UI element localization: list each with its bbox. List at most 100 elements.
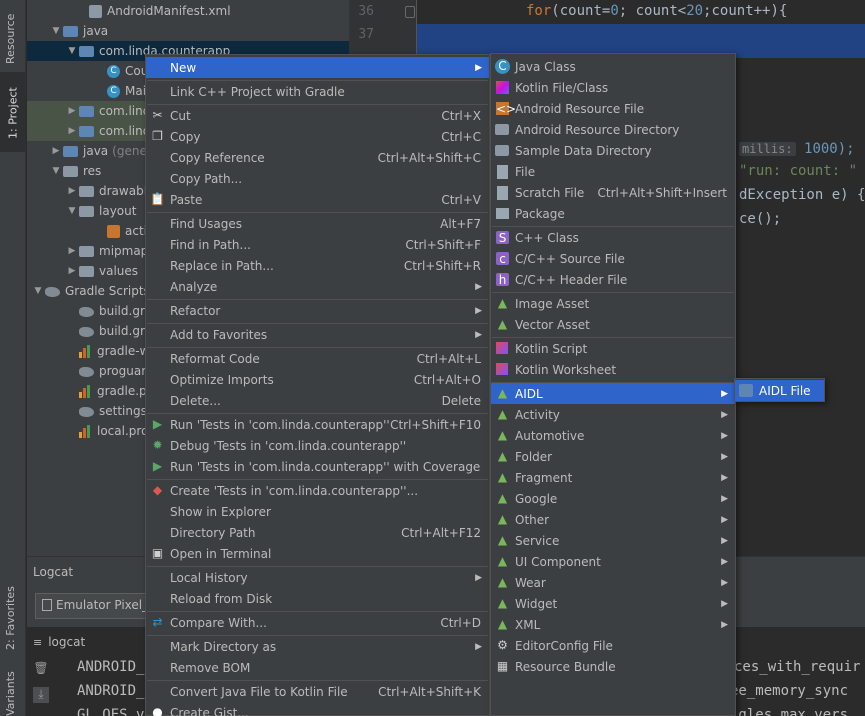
- menu-item-find-in-path[interactable]: Find in Path... Ctrl+Shift+F: [146, 234, 489, 255]
- android-icon: ▲: [497, 470, 508, 484]
- menu-item-analyze[interactable]: Analyze ▶: [146, 276, 489, 297]
- menu-item-compare-with[interactable]: ⇄ Compare With... Ctrl+D: [146, 612, 489, 633]
- menu-item-wear[interactable]: ▲ Wear ▶: [491, 572, 735, 593]
- menu-item-label: Fragment: [515, 470, 573, 485]
- chevron-right-icon[interactable]: ▶: [65, 246, 79, 256]
- fold-icon[interactable]: [405, 6, 415, 18]
- menu-item-label: AIDL: [515, 386, 543, 401]
- menu-item-show-in-explorer[interactable]: Show in Explorer: [146, 501, 489, 522]
- menu-item-c-class[interactable]: S C++ Class: [491, 227, 735, 248]
- trash-icon[interactable]: 🗑: [33, 661, 49, 677]
- menu-item-reload-from-disk[interactable]: Reload from Disk: [146, 588, 489, 609]
- folder-icon: [79, 186, 94, 197]
- cpp-header-icon: h: [496, 273, 509, 287]
- logcat-tab[interactable]: ≡ logcat: [33, 635, 85, 649]
- menu-item-folder[interactable]: ▲ Folder ▶: [491, 446, 735, 467]
- menu-item-delete[interactable]: Delete... Delete: [146, 390, 489, 411]
- chevron-right-icon[interactable]: ▶: [49, 146, 63, 156]
- menu-item-vector-asset[interactable]: ▲ Vector Asset: [491, 314, 735, 335]
- menu-item-service[interactable]: ▲ Service ▶: [491, 530, 735, 551]
- menu-item-ui-component[interactable]: ▲ UI Component ▶: [491, 551, 735, 572]
- menu-item-add-to-favorites[interactable]: Add to Favorites ▶: [146, 324, 489, 345]
- chevron-right-icon[interactable]: ▶: [65, 266, 79, 276]
- menu-item-editorconfig-file[interactable]: ⚙ EditorConfig File: [491, 635, 735, 656]
- menu-item-copy[interactable]: ❐ Copy Ctrl+C: [146, 126, 489, 147]
- menu-item-xml[interactable]: ▲ XML ▶: [491, 614, 735, 635]
- menu-item-activity[interactable]: ▲ Activity ▶: [491, 404, 735, 425]
- menu-item-sample-data-directory[interactable]: Sample Data Directory: [491, 140, 735, 161]
- menu-item-copy-reference[interactable]: Copy Reference Ctrl+Alt+Shift+C: [146, 147, 489, 168]
- menu-item-open-in-terminal[interactable]: ▣ Open in Terminal: [146, 543, 489, 564]
- line-number: 36: [358, 4, 374, 19]
- menu-item-java-class[interactable]: C Java Class: [491, 56, 735, 77]
- chevron-down-icon[interactable]: ▼: [65, 46, 79, 56]
- menu-item-image-asset[interactable]: ▲ Image Asset: [491, 293, 735, 314]
- menu-item-paste[interactable]: 📋 Paste Ctrl+V: [146, 189, 489, 210]
- chevron-down-icon[interactable]: ▼: [49, 166, 63, 176]
- code-trace-line: ce();: [739, 211, 782, 227]
- menu-item-automotive[interactable]: ▲ Automotive ▶: [491, 425, 735, 446]
- menu-item-file[interactable]: File: [491, 161, 735, 182]
- menu-item-mark-directory-as[interactable]: Mark Directory as ▶: [146, 636, 489, 657]
- build-variants-tab[interactable]: Variants: [4, 666, 17, 716]
- menu-item-debug-tests-in-com-linda-counterapp[interactable]: ✹ Debug 'Tests in 'com.linda.counterapp'': [146, 435, 489, 456]
- menu-item-remove-bom[interactable]: Remove BOM: [146, 657, 489, 678]
- menu-item-reformat-code[interactable]: Reformat Code Ctrl+Alt+L: [146, 348, 489, 369]
- chevron-down-icon[interactable]: ▼: [49, 26, 63, 36]
- resource-manager-tab[interactable]: Resource: [4, 4, 17, 64]
- menu-item-label: Show in Explorer: [170, 504, 271, 519]
- menu-item-scratch-file[interactable]: Scratch File Ctrl+Alt+Shift+Insert: [491, 182, 735, 203]
- menu-item-shortcut: Ctrl+Alt+L: [416, 351, 481, 366]
- menu-item-refactor[interactable]: Refactor ▶: [146, 300, 489, 321]
- menu-item-resource-bundle[interactable]: ▦ Resource Bundle: [491, 656, 735, 677]
- chevron-right-icon[interactable]: ▶: [65, 186, 79, 196]
- menu-item-local-history[interactable]: Local History ▶: [146, 567, 489, 588]
- menu-item-aidl[interactable]: ▲ AIDL ▶: [491, 383, 735, 404]
- menu-item-aidl-file[interactable]: AIDL File: [735, 380, 824, 401]
- menu-item-find-usages[interactable]: Find Usages Alt+F7: [146, 213, 489, 234]
- menu-item-run-tests-in-com-linda-counterapp-with-coverage[interactable]: ▶ Run 'Tests in 'com.linda.counterapp'' w…: [146, 456, 489, 477]
- cpp-source-icon: c: [496, 252, 509, 266]
- folder-icon: [79, 266, 94, 277]
- favorites-tab[interactable]: 2: Favorites: [4, 560, 17, 650]
- terminal-icon: ▣: [151, 546, 164, 560]
- project-tree-item[interactable]: AndroidManifest.xml: [27, 1, 349, 21]
- project-tree-item[interactable]: ▼ java: [27, 21, 349, 41]
- menu-item-kotlin-script[interactable]: Kotlin Script: [491, 338, 735, 359]
- menu-item-fragment[interactable]: ▲ Fragment ▶: [491, 467, 735, 488]
- menu-item-google[interactable]: ▲ Google ▶: [491, 488, 735, 509]
- submenu-arrow-icon: ▶: [475, 62, 482, 73]
- menu-item-link-c-project-with-gradle[interactable]: Link C++ Project with Gradle: [146, 81, 489, 102]
- menu-item-replace-in-path[interactable]: Replace in Path... Ctrl+Shift+R: [146, 255, 489, 276]
- menu-item-android-resource-directory[interactable]: Android Resource Directory: [491, 119, 735, 140]
- device-selector[interactable]: Emulator Pixel_3: [35, 593, 155, 619]
- chevron-right-icon[interactable]: ▶: [65, 126, 79, 136]
- chevron-right-icon[interactable]: ▶: [65, 106, 79, 116]
- menu-item-label: C/C++ Source File: [515, 251, 625, 266]
- menu-item-label: Package: [515, 206, 565, 221]
- properties-icon: [79, 384, 92, 398]
- scroll-to-end-icon[interactable]: ⤓: [33, 687, 49, 703]
- menu-item-optimize-imports[interactable]: Optimize Imports Ctrl+Alt+O: [146, 369, 489, 390]
- project-tab[interactable]: 1: Project: [0, 72, 26, 152]
- chevron-down-icon[interactable]: ▼: [31, 286, 45, 296]
- menu-item-run-tests-in-com-linda-counterapp[interactable]: ▶ Run 'Tests in 'com.linda.counterapp'' Ct…: [146, 414, 489, 435]
- menu-item-create-gist[interactable]: ● Create Gist...: [146, 702, 489, 716]
- menu-item-android-resource-file[interactable]: <> Android Resource File: [491, 98, 735, 119]
- chevron-down-icon[interactable]: ▼: [65, 206, 79, 216]
- menu-item-cut[interactable]: ✂ Cut Ctrl+X: [146, 105, 489, 126]
- menu-item-other[interactable]: ▲ Other ▶: [491, 509, 735, 530]
- menu-item-kotlin-file-class[interactable]: Kotlin File/Class: [491, 77, 735, 98]
- android-icon: ▲: [497, 533, 508, 547]
- menu-item-convert-java-file-to-kotlin-file[interactable]: Convert Java File to Kotlin File Ctrl+Alt…: [146, 681, 489, 702]
- menu-item-kotlin-worksheet[interactable]: Kotlin Worksheet: [491, 359, 735, 380]
- menu-item-package[interactable]: Package: [491, 203, 735, 224]
- menu-item-c-c-header-file[interactable]: h C/C++ Header File: [491, 269, 735, 290]
- menu-item-c-c-source-file[interactable]: c C/C++ Source File: [491, 248, 735, 269]
- menu-item-copy-path[interactable]: Copy Path...: [146, 168, 489, 189]
- menu-item-widget[interactable]: ▲ Widget ▶: [491, 593, 735, 614]
- menu-item-create-tests-in-com-linda-counterapp[interactable]: ◆ Create 'Tests in 'com.linda.counterapp'…: [146, 480, 489, 501]
- menu-item-label: Android Resource File: [515, 101, 645, 116]
- menu-item-new[interactable]: New ▶: [146, 57, 489, 78]
- menu-item-directory-path[interactable]: Directory Path Ctrl+Alt+F12: [146, 522, 489, 543]
